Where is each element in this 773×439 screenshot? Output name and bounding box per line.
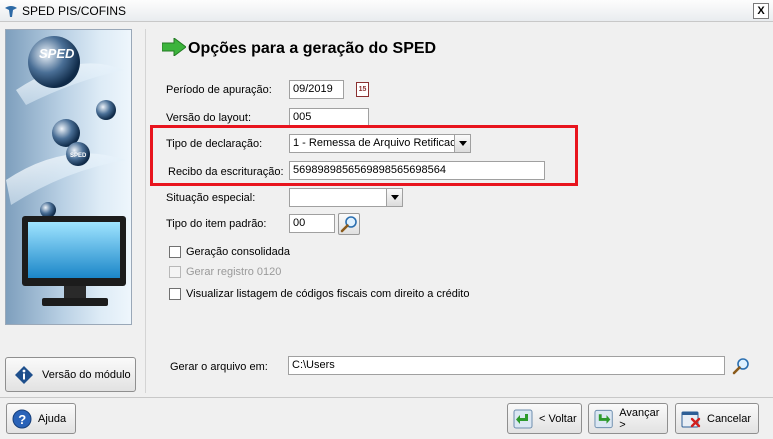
- calendar-icon[interactable]: 15: [356, 82, 369, 97]
- sped-illustration: SPED SPED: [5, 29, 132, 325]
- module-version-button[interactable]: Versão do módulo: [5, 357, 136, 392]
- search-icon: [340, 216, 357, 233]
- app-icon: [5, 6, 17, 17]
- page-title: Opções para a geração do SPED: [188, 40, 437, 57]
- consolidated-checkbox[interactable]: [169, 246, 181, 258]
- item-type-label: Tipo do item padrão:: [166, 218, 267, 230]
- next-label: Avançar >: [619, 406, 660, 431]
- back-label: < Voltar: [539, 412, 577, 425]
- special-situation-select[interactable]: [289, 188, 403, 207]
- period-input[interactable]: 09/2019: [289, 80, 344, 99]
- consolidated-label: Geração consolidada: [186, 246, 290, 258]
- sped-logo-text: SPED: [39, 46, 75, 61]
- output-path-input[interactable]: C:\Users: [288, 356, 725, 375]
- module-version-label: Versão do módulo: [42, 368, 131, 381]
- next-arrow-icon: [594, 409, 613, 428]
- green-arrow-icon: [162, 38, 186, 56]
- sphere-label: SPED: [70, 153, 87, 159]
- layout-version-label: Versão do layout:: [166, 112, 252, 124]
- chevron-down-icon[interactable]: [386, 189, 402, 206]
- close-button[interactable]: X: [753, 3, 769, 19]
- special-situation-label: Situação especial:: [166, 192, 256, 204]
- item-type-search-button[interactable]: [338, 213, 360, 235]
- highlight-box: [150, 125, 578, 186]
- sped-illustration-art: SPED SPED: [6, 36, 131, 306]
- back-arrow-icon: [513, 409, 533, 428]
- title-bar: SPED PIS/COFINS X: [0, 0, 773, 22]
- cancel-button[interactable]: Cancelar: [675, 403, 759, 434]
- cancel-label: Cancelar: [707, 412, 752, 425]
- help-icon: ?: [12, 409, 32, 428]
- window-title: SPED PIS/COFINS: [22, 4, 127, 18]
- info-icon: [15, 365, 33, 384]
- help-button[interactable]: ? Ajuda: [6, 403, 76, 434]
- cancel-icon: [681, 411, 701, 427]
- fiscal-codes-checkbox[interactable]: [169, 288, 181, 300]
- fiscal-codes-label: Visualizar listagem de códigos fiscais c…: [186, 288, 470, 300]
- svg-text:?: ?: [18, 412, 26, 427]
- help-label: Ajuda: [38, 412, 67, 425]
- footer-divider: [0, 397, 773, 398]
- register-0120-label: Gerar registro 0120: [186, 266, 282, 278]
- next-button[interactable]: Avançar >: [588, 403, 668, 434]
- register-0120-checkbox: [169, 266, 181, 278]
- item-type-input[interactable]: 00: [289, 214, 335, 233]
- period-label: Período de apuração:: [166, 84, 272, 96]
- output-path-label: Gerar o arquivo em:: [170, 361, 268, 373]
- browse-search-icon[interactable]: [731, 356, 751, 376]
- back-button[interactable]: < Voltar: [507, 403, 582, 434]
